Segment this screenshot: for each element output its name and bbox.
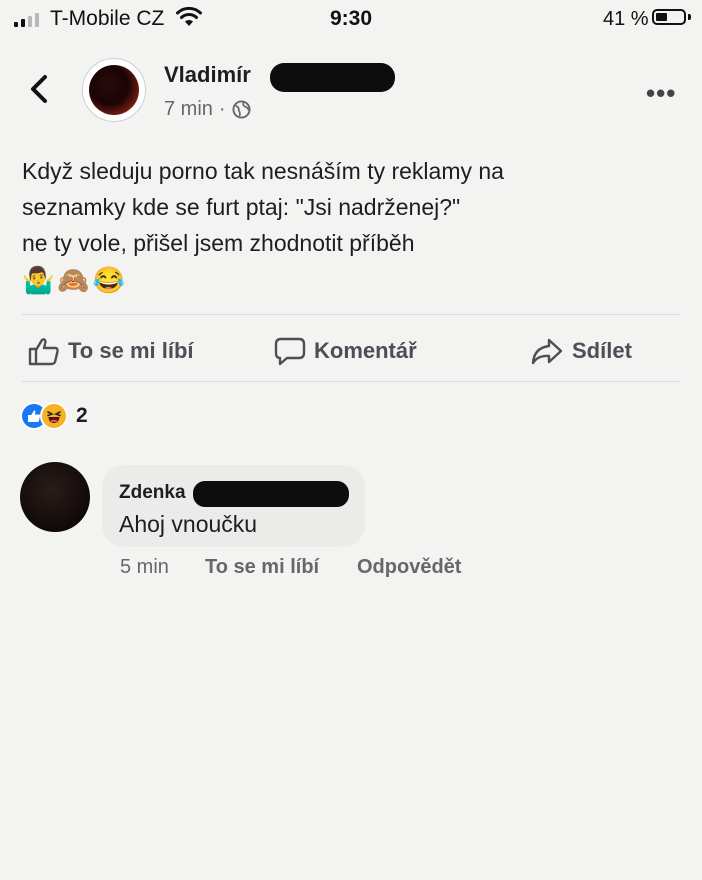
redaction-bar xyxy=(193,481,349,507)
tears-of-joy-emoji: 😂 xyxy=(92,265,126,295)
redaction-bar xyxy=(270,63,395,92)
meta-separator: · xyxy=(218,98,226,120)
author-name[interactable]: Vladimír xyxy=(164,62,395,92)
shrug-emoji: 🤷‍♂️ xyxy=(22,265,55,295)
back-arrow-icon[interactable] xyxy=(26,72,52,106)
battery-icon xyxy=(652,9,686,25)
battery-tip xyxy=(688,14,691,20)
post-meta: 7 min · xyxy=(164,98,251,121)
reactions-summary[interactable]: 2 xyxy=(20,402,88,430)
wifi-icon xyxy=(176,6,202,26)
more-options-icon[interactable]: ••• xyxy=(646,78,676,109)
divider xyxy=(22,314,680,315)
divider xyxy=(22,381,680,382)
post-emojis: 🤷‍♂️ 🙈 😂 xyxy=(22,265,125,296)
share-button[interactable]: Sdílet xyxy=(530,336,632,366)
reaction-count: 2 xyxy=(76,404,88,427)
comment-time: 5 min xyxy=(120,556,169,578)
haha-icon xyxy=(40,402,68,430)
post-text: Když sleduju porno tak nesnáším ty rekla… xyxy=(22,153,662,261)
comment-label: Komentář xyxy=(314,338,417,363)
thumbs-up-icon xyxy=(28,338,59,366)
comment-text: Ahoj vnoučku xyxy=(119,511,258,537)
commenter-name[interactable]: Zdenka xyxy=(119,481,349,507)
see-no-evil-emoji: 🙈 xyxy=(57,265,90,295)
post-text-line: seznamky kde se furt ptaj: "Jsi nadržene… xyxy=(22,194,461,220)
post-time: 7 min xyxy=(164,98,213,120)
clock: 9:30 xyxy=(330,7,373,30)
comment-button[interactable]: Komentář xyxy=(274,336,417,366)
comment-reply-button[interactable]: Odpovědět xyxy=(357,556,461,579)
post-text-line: Když sleduju porno tak nesnáším ty rekla… xyxy=(22,158,504,184)
globe-icon xyxy=(232,100,251,119)
like-button[interactable]: To se mi líbí xyxy=(28,336,194,366)
commenter-avatar[interactable] xyxy=(20,462,90,532)
cellular-signal-icon xyxy=(14,13,39,27)
share-arrow-icon xyxy=(531,338,563,365)
battery-percentage: 41 % xyxy=(603,8,649,30)
like-label: To se mi líbí xyxy=(68,338,194,363)
comment-bubble-icon xyxy=(274,337,306,366)
comment-like-button[interactable]: To se mi líbí xyxy=(205,556,319,579)
author-avatar[interactable] xyxy=(82,58,146,122)
status-bar: T-Mobile CZ 9:30 41 % xyxy=(0,0,702,40)
post-text-line: ne ty vole, přišel jsem zhodnotit příběh xyxy=(22,230,415,256)
carrier-name: T-Mobile CZ xyxy=(50,7,165,30)
share-label: Sdílet xyxy=(572,338,632,363)
